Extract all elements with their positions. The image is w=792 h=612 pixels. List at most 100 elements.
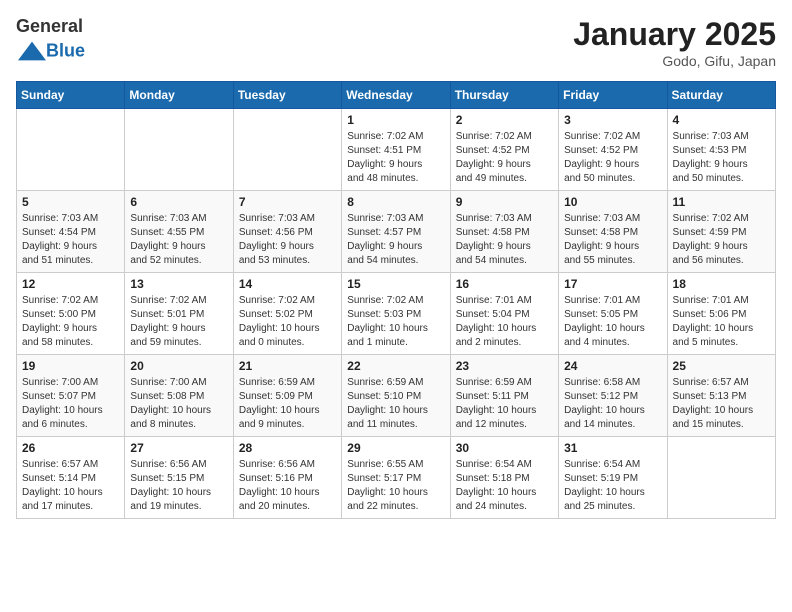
title-block: January 2025 Godo, Gifu, Japan [573, 16, 776, 69]
day-info: Sunrise: 6:59 AM Sunset: 5:09 PM Dayligh… [239, 376, 336, 432]
day-number: 29 [347, 441, 444, 455]
calendar-cell: 25 Sunrise: 6:57 AM Sunset: 5:13 PM Dayli… [667, 355, 775, 437]
day-number: 27 [130, 441, 227, 455]
day-info: Sunrise: 6:59 AM Sunset: 5:11 PM Dayligh… [456, 376, 553, 432]
day-number: 24 [564, 359, 661, 373]
day-header-saturday: Saturday [667, 82, 775, 109]
day-number: 30 [456, 441, 553, 455]
day-info: Sunrise: 7:00 AM Sunset: 5:07 PM Dayligh… [22, 376, 119, 432]
day-info: Sunrise: 7:03 AM Sunset: 4:58 PM Dayligh… [456, 212, 553, 268]
calendar-cell: 7Sunrise: 7:03 AM Sunset: 4:56 PM Daylig… [233, 191, 341, 273]
day-info: Sunrise: 7:02 AM Sunset: 4:59 PM Dayligh… [673, 212, 770, 268]
day-number: 14 [239, 277, 336, 291]
calendar-cell: 31 Sunrise: 6:54 AM Sunset: 5:19 PM Dayli… [559, 437, 667, 519]
day-header-tuesday: Tuesday [233, 82, 341, 109]
day-number: 16 [456, 277, 553, 291]
page-header: General Blue January 2025 Godo, Gifu, Ja… [16, 16, 776, 69]
day-header-wednesday: Wednesday [342, 82, 450, 109]
day-info: Sunrise: 6:58 AM Sunset: 5:12 PM Dayligh… [564, 376, 661, 432]
day-number: 25 [673, 359, 770, 373]
calendar-cell: 14 Sunrise: 7:02 AM Sunset: 5:02 PM Dayli… [233, 273, 341, 355]
location: Godo, Gifu, Japan [573, 53, 776, 69]
week-row-1: 1Sunrise: 7:02 AM Sunset: 4:51 PM Daylig… [17, 109, 776, 191]
calendar-cell: 5 Sunrise: 7:03 AM Sunset: 4:54 PM Daylig… [17, 191, 125, 273]
day-info: Sunrise: 7:02 AM Sunset: 5:02 PM Dayligh… [239, 294, 336, 350]
day-number: 10 [564, 195, 661, 209]
day-number: 9 [456, 195, 553, 209]
day-number: 12 [22, 277, 119, 291]
day-number: 28 [239, 441, 336, 455]
day-number: 15 [347, 277, 444, 291]
calendar-cell: 1Sunrise: 7:02 AM Sunset: 4:51 PM Daylig… [342, 109, 450, 191]
calendar-cell: 19 Sunrise: 7:00 AM Sunset: 5:07 PM Dayli… [17, 355, 125, 437]
day-info: Sunrise: 7:03 AM Sunset: 4:58 PM Dayligh… [564, 212, 661, 268]
calendar-cell: 8 Sunrise: 7:03 AM Sunset: 4:57 PM Daylig… [342, 191, 450, 273]
day-info: Sunrise: 7:02 AM Sunset: 4:52 PM Dayligh… [564, 130, 661, 186]
calendar-cell: 3 Sunrise: 7:02 AM Sunset: 4:52 PM Daylig… [559, 109, 667, 191]
calendar-cell: 23Sunrise: 6:59 AM Sunset: 5:11 PM Dayli… [450, 355, 558, 437]
day-header-sunday: Sunday [17, 82, 125, 109]
calendar-cell: 29 Sunrise: 6:55 AM Sunset: 5:17 PM Dayli… [342, 437, 450, 519]
calendar-body: 1Sunrise: 7:02 AM Sunset: 4:51 PM Daylig… [17, 109, 776, 519]
week-row-4: 19 Sunrise: 7:00 AM Sunset: 5:07 PM Dayli… [17, 355, 776, 437]
day-number: 3 [564, 113, 661, 127]
calendar-table: SundayMondayTuesdayWednesdayThursdayFrid… [16, 81, 776, 519]
day-number: 19 [22, 359, 119, 373]
day-info: Sunrise: 7:02 AM Sunset: 4:52 PM Dayligh… [456, 130, 553, 186]
calendar-cell: 12 Sunrise: 7:02 AM Sunset: 5:00 PM Dayli… [17, 273, 125, 355]
day-info: Sunrise: 6:54 AM Sunset: 5:18 PM Dayligh… [456, 458, 553, 514]
calendar-cell [667, 437, 775, 519]
day-number: 22 [347, 359, 444, 373]
day-info: Sunrise: 6:59 AM Sunset: 5:10 PM Dayligh… [347, 376, 444, 432]
calendar-cell: 24 Sunrise: 6:58 AM Sunset: 5:12 PM Dayli… [559, 355, 667, 437]
day-info: Sunrise: 6:57 AM Sunset: 5:13 PM Dayligh… [673, 376, 770, 432]
calendar-cell: 10 Sunrise: 7:03 AM Sunset: 4:58 PM Dayli… [559, 191, 667, 273]
day-info: Sunrise: 7:01 AM Sunset: 5:06 PM Dayligh… [673, 294, 770, 350]
day-number: 31 [564, 441, 661, 455]
logo-text: General Blue [16, 16, 85, 65]
day-number: 6 [130, 195, 227, 209]
day-info: Sunrise: 7:03 AM Sunset: 4:54 PM Dayligh… [22, 212, 119, 268]
calendar-cell: 15Sunrise: 7:02 AM Sunset: 5:03 PM Dayli… [342, 273, 450, 355]
logo: General Blue [16, 16, 85, 65]
day-header-thursday: Thursday [450, 82, 558, 109]
month-title: January 2025 [573, 16, 776, 53]
day-info: Sunrise: 7:03 AM Sunset: 4:53 PM Dayligh… [673, 130, 770, 186]
day-number: 7 [239, 195, 336, 209]
day-number: 13 [130, 277, 227, 291]
calendar-header: SundayMondayTuesdayWednesdayThursdayFrid… [17, 82, 776, 109]
day-number: 8 [347, 195, 444, 209]
day-info: Sunrise: 6:56 AM Sunset: 5:16 PM Dayligh… [239, 458, 336, 514]
day-info: Sunrise: 6:55 AM Sunset: 5:17 PM Dayligh… [347, 458, 444, 514]
day-info: Sunrise: 6:56 AM Sunset: 5:15 PM Dayligh… [130, 458, 227, 514]
calendar-cell: 16Sunrise: 7:01 AM Sunset: 5:04 PM Dayli… [450, 273, 558, 355]
calendar-cell: 21 Sunrise: 6:59 AM Sunset: 5:09 PM Dayli… [233, 355, 341, 437]
calendar-cell: 9 Sunrise: 7:03 AM Sunset: 4:58 PM Daylig… [450, 191, 558, 273]
day-number: 21 [239, 359, 336, 373]
calendar-cell: 13Sunrise: 7:02 AM Sunset: 5:01 PM Dayli… [125, 273, 233, 355]
day-info: Sunrise: 6:54 AM Sunset: 5:19 PM Dayligh… [564, 458, 661, 514]
day-number: 20 [130, 359, 227, 373]
day-number: 26 [22, 441, 119, 455]
calendar-cell: 6Sunrise: 7:03 AM Sunset: 4:55 PM Daylig… [125, 191, 233, 273]
day-info: Sunrise: 6:57 AM Sunset: 5:14 PM Dayligh… [22, 458, 119, 514]
day-number: 18 [673, 277, 770, 291]
logo-icon [18, 37, 46, 65]
week-row-5: 26 Sunrise: 6:57 AM Sunset: 5:14 PM Dayli… [17, 437, 776, 519]
day-info: Sunrise: 7:03 AM Sunset: 4:57 PM Dayligh… [347, 212, 444, 268]
day-info: Sunrise: 7:02 AM Sunset: 5:00 PM Dayligh… [22, 294, 119, 350]
calendar-cell [17, 109, 125, 191]
day-header-friday: Friday [559, 82, 667, 109]
calendar-cell [233, 109, 341, 191]
calendar-cell: 17Sunrise: 7:01 AM Sunset: 5:05 PM Dayli… [559, 273, 667, 355]
calendar-cell [125, 109, 233, 191]
day-number: 17 [564, 277, 661, 291]
day-number: 5 [22, 195, 119, 209]
day-number: 4 [673, 113, 770, 127]
day-number: 11 [673, 195, 770, 209]
calendar-cell: 11 Sunrise: 7:02 AM Sunset: 4:59 PM Dayli… [667, 191, 775, 273]
day-info: Sunrise: 7:00 AM Sunset: 5:08 PM Dayligh… [130, 376, 227, 432]
day-number: 1 [347, 113, 444, 127]
calendar-cell: 20 Sunrise: 7:00 AM Sunset: 5:08 PM Dayli… [125, 355, 233, 437]
calendar-cell: 30 Sunrise: 6:54 AM Sunset: 5:18 PM Dayli… [450, 437, 558, 519]
